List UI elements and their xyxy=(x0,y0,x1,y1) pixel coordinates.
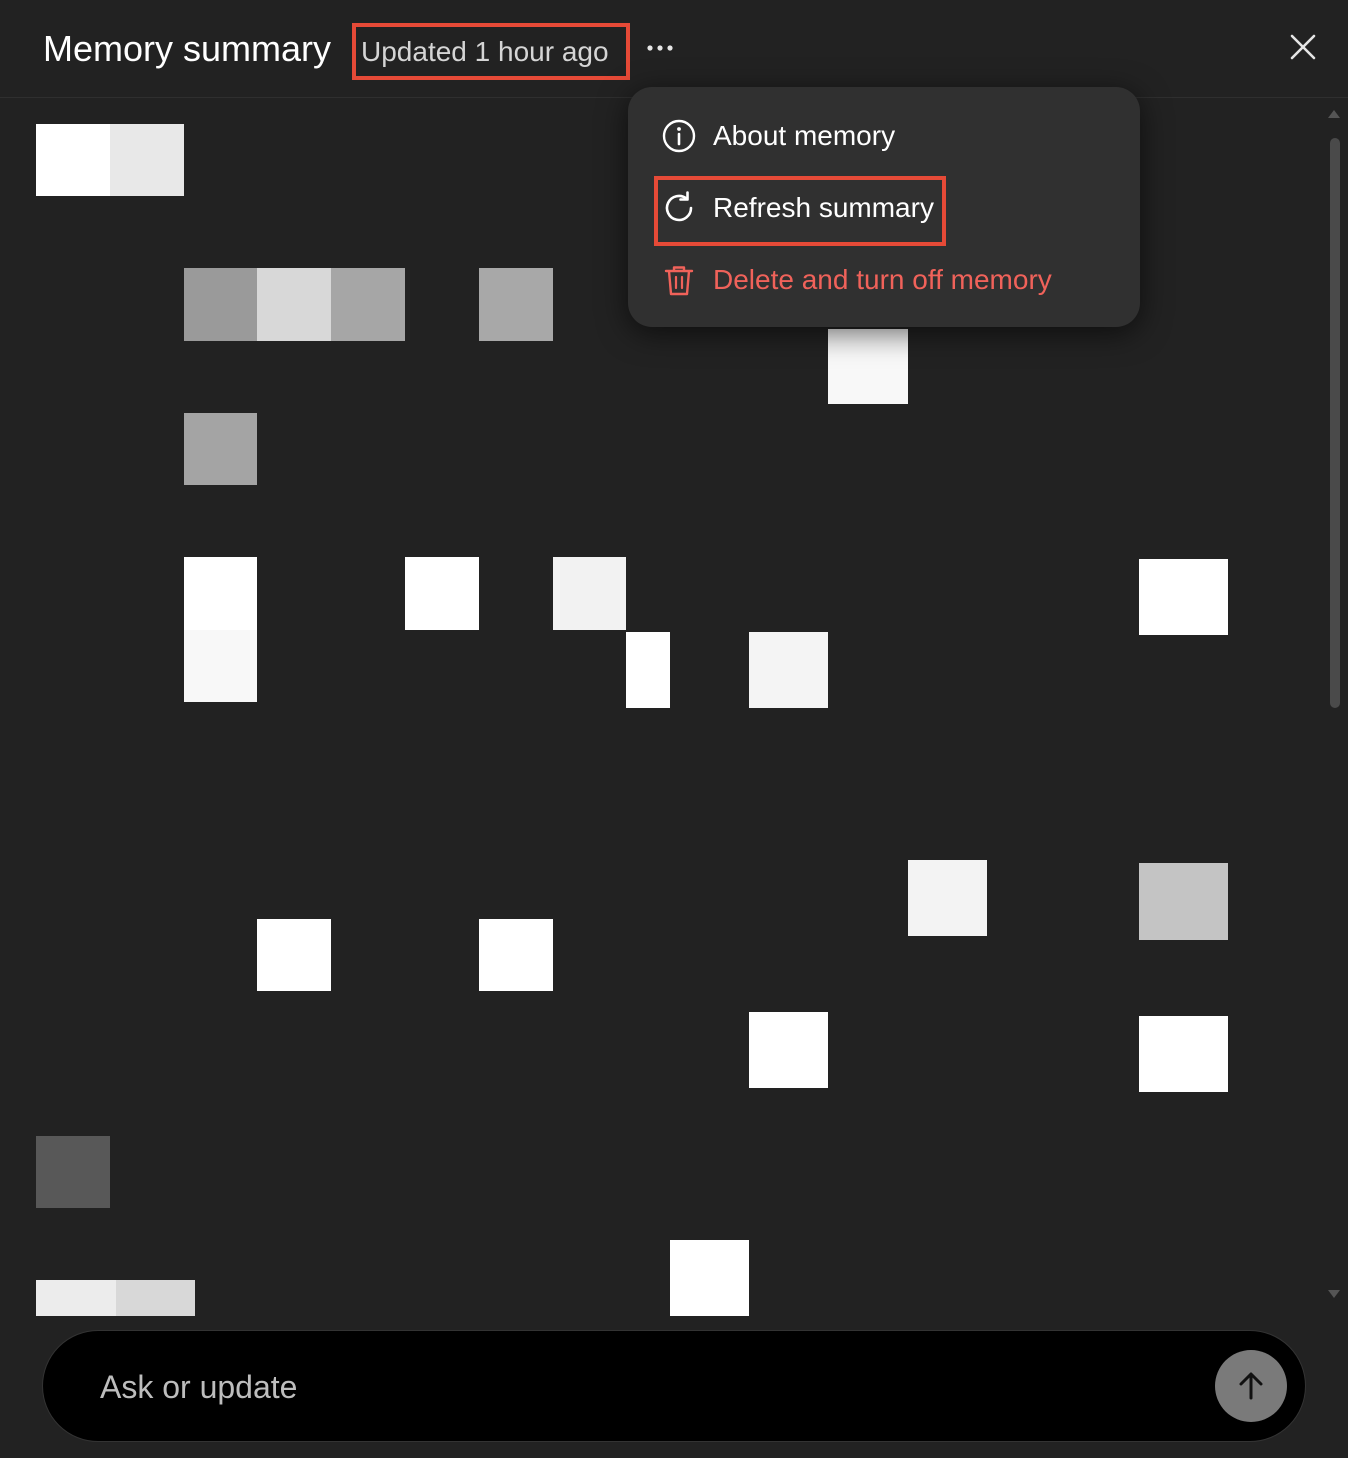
redacted-block xyxy=(670,1240,749,1316)
ask-input-bar xyxy=(42,1330,1306,1442)
scrollbar-thumb[interactable] xyxy=(1330,138,1340,708)
redacted-block xyxy=(184,413,257,485)
redacted-block xyxy=(1139,1016,1228,1092)
redacted-block xyxy=(257,919,331,991)
redacted-block xyxy=(1139,863,1228,940)
scroll-down-arrow-icon[interactable] xyxy=(1326,1288,1342,1300)
redacted-block xyxy=(405,557,479,630)
panel-title: Memory summary xyxy=(43,28,332,69)
redacted-block xyxy=(36,1136,110,1208)
scroll-up-arrow-icon[interactable] xyxy=(1326,108,1342,120)
more-options-menu: About memory Refresh summary Delete and … xyxy=(628,87,1140,327)
more-horizontal-icon xyxy=(647,45,673,51)
redacted-block xyxy=(184,557,257,630)
menu-item-label: About memory xyxy=(713,120,896,151)
redacted-block xyxy=(553,557,626,630)
redacted-block xyxy=(257,268,331,341)
redacted-block xyxy=(110,124,184,196)
redacted-block xyxy=(36,124,110,196)
send-button[interactable] xyxy=(1215,1350,1287,1422)
redacted-block xyxy=(479,919,553,991)
redacted-block xyxy=(331,268,405,341)
vertical-scrollbar[interactable] xyxy=(1326,108,1342,1308)
panel-header: Memory summary Updated 1 hour ago xyxy=(0,0,1348,98)
more-options-button[interactable] xyxy=(640,28,680,68)
redacted-block xyxy=(749,1012,828,1088)
redacted-block xyxy=(479,268,553,341)
menu-item-delete-memory[interactable]: Delete and turn off memory xyxy=(660,254,1052,306)
redacted-block xyxy=(908,860,987,936)
redacted-block xyxy=(116,1280,195,1316)
redacted-block xyxy=(749,632,828,708)
info-icon xyxy=(660,117,698,155)
menu-item-refresh-summary[interactable]: Refresh summary xyxy=(660,182,934,234)
menu-item-about-memory[interactable]: About memory xyxy=(660,110,895,162)
menu-item-label: Refresh summary xyxy=(713,192,934,223)
redacted-block xyxy=(1139,559,1228,635)
redacted-block xyxy=(626,632,670,708)
refresh-icon xyxy=(660,189,698,227)
redacted-block xyxy=(184,630,257,702)
redacted-block xyxy=(36,1280,116,1316)
close-icon xyxy=(1290,34,1316,60)
ask-input[interactable] xyxy=(98,1359,1202,1415)
updated-timestamp: Updated 1 hour ago xyxy=(352,23,630,80)
menu-item-label: Delete and turn off memory xyxy=(713,264,1052,295)
arrow-up-icon xyxy=(1239,1372,1263,1400)
close-button[interactable] xyxy=(1282,26,1324,68)
redacted-block xyxy=(828,329,908,404)
trash-icon xyxy=(660,261,698,299)
redacted-block xyxy=(184,268,257,341)
